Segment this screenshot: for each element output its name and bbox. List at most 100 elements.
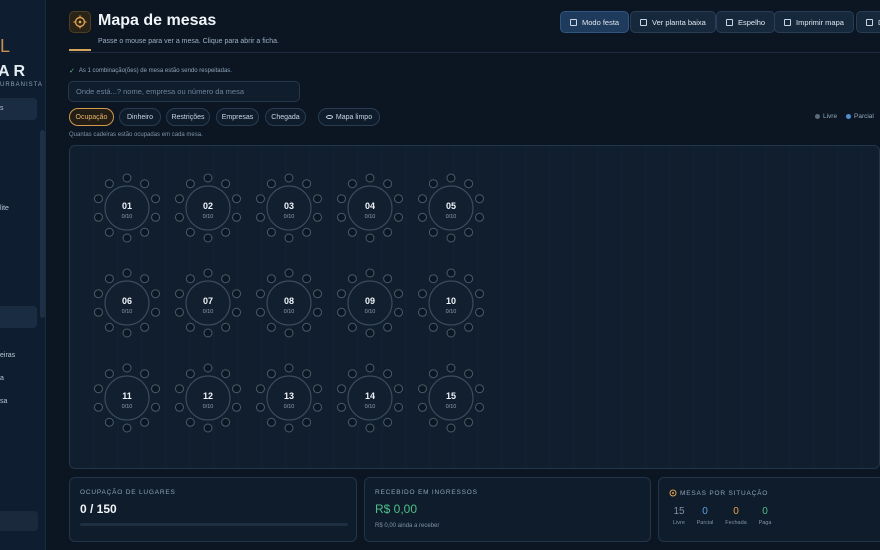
seat[interactable] (203, 363, 213, 373)
seat[interactable] (417, 212, 427, 222)
seat[interactable] (394, 384, 404, 394)
seat[interactable] (383, 274, 393, 284)
seat[interactable] (185, 179, 195, 189)
seat[interactable] (428, 322, 438, 332)
seat[interactable] (266, 369, 276, 379)
seat[interactable] (151, 194, 161, 204)
seat[interactable] (203, 423, 213, 433)
sidebar-item-selected[interactable] (0, 306, 37, 328)
table-03[interactable]: 03 0/10 (255, 173, 323, 243)
sidebar-item-label[interactable]: a (0, 375, 4, 382)
seat[interactable] (104, 369, 114, 379)
seat[interactable] (232, 384, 242, 394)
seat[interactable] (93, 212, 103, 222)
seat[interactable] (394, 194, 404, 204)
floor-plan-button[interactable]: Ver planta baixa (630, 11, 716, 33)
seating-map[interactable]: 01 0/10 02 0/10 03 0/10 04 0/10 05 0/10 06 0/10 07 0/… (69, 145, 880, 469)
mirror-button[interactable]: Espelho (716, 11, 776, 33)
sidebar-item-label[interactable]: eiras (0, 352, 15, 359)
seat[interactable] (104, 417, 114, 427)
filter-restrictions[interactable]: Restrições (166, 108, 210, 126)
seat[interactable] (203, 328, 213, 338)
seat[interactable] (383, 179, 393, 189)
table-06[interactable]: 06 0/10 (93, 268, 161, 338)
seat[interactable] (417, 194, 427, 204)
table-07[interactable]: 07 0/10 (174, 268, 242, 338)
seat[interactable] (302, 417, 312, 427)
filter-clean-map[interactable]: Mapa limpo (318, 108, 380, 126)
seat[interactable] (151, 384, 161, 394)
seat[interactable] (104, 179, 114, 189)
filter-occupancy[interactable]: Ocupação (69, 108, 114, 126)
seat[interactable] (383, 369, 393, 379)
seat[interactable] (93, 289, 103, 299)
seat[interactable] (174, 194, 184, 204)
seat[interactable] (122, 173, 132, 183)
seat[interactable] (93, 402, 103, 412)
seat[interactable] (428, 369, 438, 379)
seat[interactable] (255, 402, 265, 412)
seat[interactable] (336, 289, 346, 299)
seat[interactable] (140, 369, 150, 379)
seat[interactable] (446, 328, 456, 338)
seat[interactable] (475, 307, 485, 317)
seat[interactable] (174, 402, 184, 412)
seat[interactable] (255, 289, 265, 299)
sidebar-item-label[interactable]: lite (0, 205, 9, 212)
seat[interactable] (93, 307, 103, 317)
seat[interactable] (93, 194, 103, 204)
seat[interactable] (464, 322, 474, 332)
sidebar-footer-button[interactable] (0, 511, 38, 531)
seat[interactable] (365, 423, 375, 433)
seat[interactable] (446, 363, 456, 373)
table-04[interactable]: 04 0/10 (336, 173, 404, 243)
seat[interactable] (313, 384, 323, 394)
seat[interactable] (255, 307, 265, 317)
seat[interactable] (140, 322, 150, 332)
seat[interactable] (151, 289, 161, 299)
seat[interactable] (302, 369, 312, 379)
seat[interactable] (417, 402, 427, 412)
seat[interactable] (203, 173, 213, 183)
seat[interactable] (232, 212, 242, 222)
seat[interactable] (336, 212, 346, 222)
table-08[interactable]: 08 0/10 (255, 268, 323, 338)
seat[interactable] (255, 384, 265, 394)
seat[interactable] (221, 369, 231, 379)
table-14[interactable]: 14 0/10 (336, 363, 404, 433)
seat[interactable] (394, 212, 404, 222)
seat[interactable] (383, 227, 393, 237)
seat[interactable] (266, 227, 276, 237)
seat[interactable] (446, 173, 456, 183)
filter-money[interactable]: Dinheiro (119, 108, 161, 126)
seat[interactable] (140, 274, 150, 284)
seat[interactable] (104, 274, 114, 284)
seat[interactable] (266, 417, 276, 427)
seat[interactable] (221, 179, 231, 189)
seat[interactable] (336, 194, 346, 204)
seat[interactable] (232, 194, 242, 204)
seat[interactable] (347, 179, 357, 189)
seat[interactable] (347, 322, 357, 332)
seat[interactable] (475, 402, 485, 412)
seat[interactable] (122, 268, 132, 278)
seat[interactable] (174, 384, 184, 394)
search-input[interactable] (68, 81, 300, 102)
seat[interactable] (232, 289, 242, 299)
tag-button[interactable]: D (856, 11, 880, 33)
seat[interactable] (203, 268, 213, 278)
seat[interactable] (266, 179, 276, 189)
seat[interactable] (347, 417, 357, 427)
seat[interactable] (428, 274, 438, 284)
table-12[interactable]: 12 0/10 (174, 363, 242, 433)
seat[interactable] (313, 289, 323, 299)
seat[interactable] (394, 289, 404, 299)
seat[interactable] (475, 384, 485, 394)
seat[interactable] (104, 227, 114, 237)
table-01[interactable]: 01 0/10 (93, 173, 161, 243)
seat[interactable] (140, 227, 150, 237)
seat[interactable] (464, 274, 474, 284)
seat[interactable] (122, 233, 132, 243)
table-11[interactable]: 11 0/10 (93, 363, 161, 433)
seat[interactable] (266, 274, 276, 284)
